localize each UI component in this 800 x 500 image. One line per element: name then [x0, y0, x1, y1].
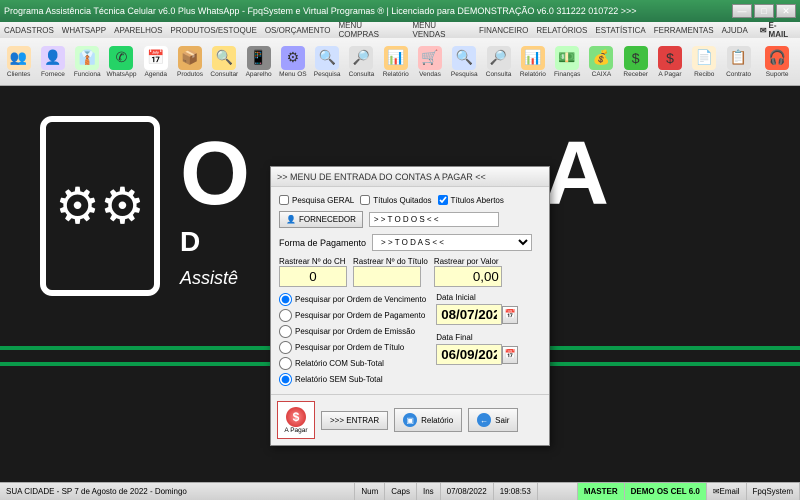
data-final-input[interactable] [436, 344, 502, 365]
status-brand: FpqSystem [747, 483, 800, 500]
radio-ordem-titulo[interactable]: Pesquisar por Ordem de Título [279, 341, 426, 354]
close-button[interactable]: ✕ [776, 4, 796, 18]
toolbar-relatório[interactable]: 📊Relatório [379, 40, 412, 84]
rastrear-valor-input[interactable] [434, 266, 502, 287]
data-final-label: Data Final [436, 333, 518, 342]
chk-titulos-quitados[interactable]: Títulos Quitados [360, 195, 431, 205]
toolbar-fornece[interactable]: 👤Fornece [36, 40, 69, 84]
menubar: CADASTROS WHATSAPP APARELHOS PRODUTOS/ES… [0, 22, 800, 38]
menu-ajuda[interactable]: AJUDA [722, 26, 748, 35]
window-titlebar: Programa Assistência Técnica Celular v6.… [0, 0, 800, 22]
toolbar-vendas[interactable]: 🛒Vendas [413, 40, 446, 84]
rastrear-ch-input[interactable] [279, 266, 347, 287]
main-toolbar: 👥Clientes👤Fornece👔Funciona✆WhatsApp📅Agen… [0, 38, 800, 86]
dialog-title: >> MENU DE ENTRADA DO CONTAS A PAGAR << [271, 167, 549, 187]
status-time: 19:08:53 [494, 483, 538, 500]
minimize-button[interactable]: — [732, 4, 752, 18]
a-pagar-button[interactable]: $A Pagar [277, 401, 315, 439]
status-blank [538, 483, 578, 500]
toolbar-contrato[interactable]: 📋Contrato [722, 40, 755, 84]
toolbar-receber[interactable]: $Receber [619, 40, 652, 84]
toolbar-agenda[interactable]: 📅Agenda [139, 40, 172, 84]
menu-ferramentas[interactable]: FERRAMENTAS [654, 26, 714, 35]
workspace: ⚙⚙ O A D R Assistê m Geral >> MENU DE EN… [0, 86, 800, 482]
calendar-icon[interactable]: 📅 [502, 346, 518, 364]
menu-cadastros[interactable]: CADASTROS [4, 26, 54, 35]
toolbar-funciona[interactable]: 👔Funciona [71, 40, 104, 84]
chk-pesquisa-geral[interactable]: Pesquisa GERAL [279, 195, 354, 205]
menu-relatorios[interactable]: RELATÓRIOS [536, 26, 587, 35]
sair-button[interactable]: ←Sair [468, 408, 518, 432]
menu-vendas[interactable]: MENU VENDAS [413, 21, 472, 39]
toolbar-pesquisa[interactable]: 🔍Pesquisa [448, 40, 481, 84]
menu-whatsapp[interactable]: WHATSAPP [62, 26, 106, 35]
toolbar-relatório[interactable]: 📊Relatório [516, 40, 549, 84]
menu-os[interactable]: OS/ORÇAMENTO [265, 26, 331, 35]
radio-sem-subtotal[interactable]: Relatório SEM Sub-Total [279, 373, 426, 386]
toolbar-clientes[interactable]: 👥Clientes [2, 40, 35, 84]
fornecedor-input[interactable] [369, 212, 499, 227]
calendar-icon[interactable]: 📅 [502, 306, 518, 324]
rastrear-titulo-input[interactable] [353, 266, 421, 287]
statusbar: SUA CIDADE - SP 7 de Agosto de 2022 - Do… [0, 482, 800, 500]
status-master: MASTER [578, 483, 625, 500]
toolbar-aparelho[interactable]: 📱Aparelho [242, 40, 275, 84]
menu-estatistica[interactable]: ESTATÍSTICA [595, 26, 645, 35]
window-controls: — □ ✕ [732, 4, 796, 18]
data-inicial-label: Data Inicial [436, 293, 518, 302]
chk-titulos-abertos[interactable]: Títulos Abertos [438, 195, 504, 205]
fornecedor-button[interactable]: 👤 FORNECEDOR [279, 211, 363, 228]
data-inicial-input[interactable] [436, 304, 502, 325]
toolbar-a pagar[interactable]: $A Pagar [653, 40, 686, 84]
menu-produtos[interactable]: PRODUTOS/ESTOQUE [170, 26, 256, 35]
status-location: SUA CIDADE - SP 7 de Agosto de 2022 - Do… [0, 483, 355, 500]
toolbar-recibo[interactable]: 📄Recibo [688, 40, 721, 84]
rastrear-ch-label: Rastrear Nº do CH [279, 257, 347, 266]
forma-pagamento-label: Forma de Pagamento [279, 238, 366, 248]
toolbar-consultar[interactable]: 🔍Consultar [208, 40, 241, 84]
window-title: Programa Assistência Técnica Celular v6.… [4, 6, 637, 16]
forma-pagamento-select[interactable]: > > T O D A S < < [372, 234, 532, 251]
entrar-button[interactable]: >>> ENTRAR [321, 411, 388, 430]
status-num: Num [355, 483, 385, 500]
gears-icon: ⚙⚙ [55, 177, 145, 235]
menu-aparelhos[interactable]: APARELHOS [114, 26, 162, 35]
radio-ordem-pagamento[interactable]: Pesquisar por Ordem de Pagamento [279, 309, 426, 322]
toolbar-pesquisa[interactable]: 🔍Pesquisa [311, 40, 344, 84]
toolbar-consulta[interactable]: 🔎Consulta [345, 40, 378, 84]
toolbar-produtos[interactable]: 📦Produtos [173, 40, 206, 84]
toolbar-menu os[interactable]: ⚙Menu OS [276, 40, 309, 84]
toolbar-whatsapp[interactable]: ✆WhatsApp [105, 40, 138, 84]
status-ins: Ins [417, 483, 441, 500]
menu-email[interactable]: ✉ E-MAIL [760, 21, 796, 39]
relatorio-button[interactable]: ▣Relatório [394, 408, 462, 432]
status-email[interactable]: ✉ Email [707, 483, 747, 500]
toolbar-suporte[interactable]: 🎧Suporte [756, 40, 798, 84]
rastrear-valor-label: Rastrear por Valor [434, 257, 502, 266]
maximize-button[interactable]: □ [754, 4, 774, 18]
radio-ordem-vencimento[interactable]: Pesquisar por Ordem de Vencimento [279, 293, 426, 306]
menu-financeiro[interactable]: FINANCEIRO [479, 26, 528, 35]
rastrear-titulo-label: Rastrear Nº do Título [353, 257, 428, 266]
contas-a-pagar-dialog: >> MENU DE ENTRADA DO CONTAS A PAGAR << … [270, 166, 550, 446]
phone-icon: ⚙⚙ [40, 116, 160, 296]
radio-com-subtotal[interactable]: Relatório COM Sub-Total [279, 357, 426, 370]
toolbar-caixa[interactable]: 💰CAIXA [585, 40, 618, 84]
status-caps: Caps [385, 483, 417, 500]
status-date: 07/08/2022 [441, 483, 494, 500]
status-demo: DEMO OS CEL 6.0 [625, 483, 707, 500]
toolbar-finanças[interactable]: 💵Finanças [551, 40, 584, 84]
menu-compras[interactable]: MENU COMPRAS [338, 21, 404, 39]
toolbar-consulta[interactable]: 🔎Consulta [482, 40, 515, 84]
radio-ordem-emissao[interactable]: Pesquisar por Ordem de Emissão [279, 325, 426, 338]
